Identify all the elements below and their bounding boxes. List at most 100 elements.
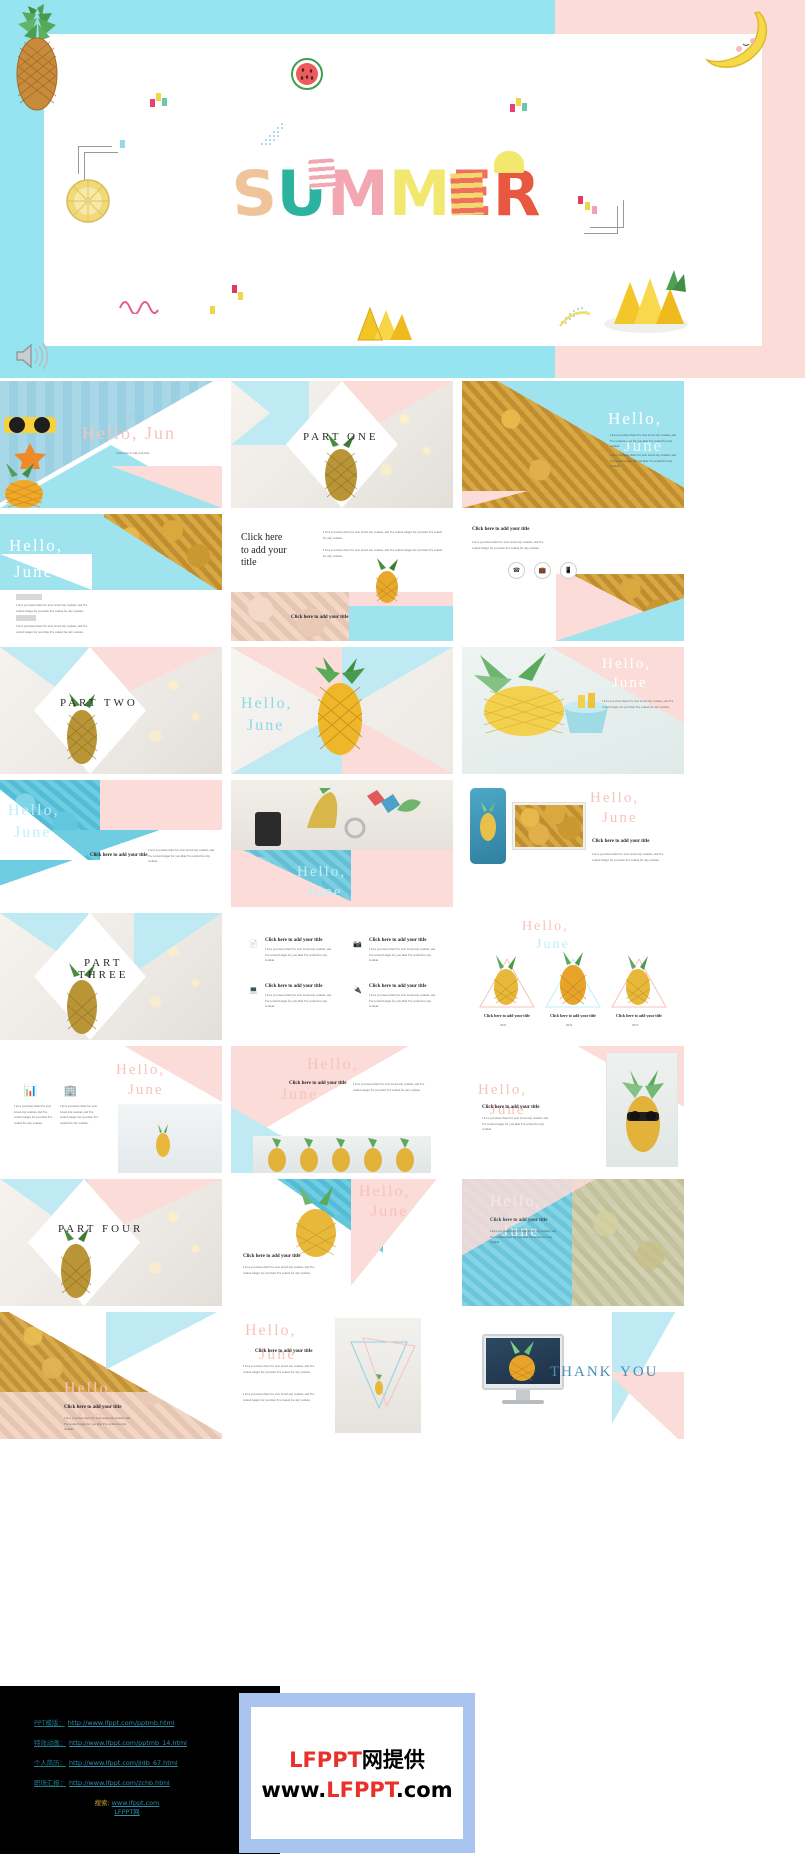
footer-link-url[interactable]: http://www.lfppt.com/jldb_67.html (69, 1759, 178, 1767)
slide-thumbnail[interactable]: THANK YOU (462, 1312, 684, 1439)
slide-title: Hello, Jun (82, 423, 176, 443)
part-label: PART TWO (60, 697, 138, 709)
slide-thumbnail[interactable]: 📄 Click here to add your title I love yo… (231, 913, 453, 1040)
slide-title: Click here to add your title (255, 1349, 313, 1354)
hello-text: Hello, (522, 919, 569, 934)
june-text: June (247, 717, 285, 734)
monitor-icon: 💻 (249, 985, 258, 994)
white-wedge (0, 780, 100, 860)
pineapple-icon (375, 558, 399, 603)
pineapple-icon (295, 1185, 337, 1257)
hello-text: Hello, (8, 802, 60, 819)
search-site[interactable]: LFPPT网 (114, 1808, 139, 1816)
plug-icon: 🔌 (353, 985, 362, 994)
slide-thumbnail[interactable]: PART FOUR (0, 1179, 222, 1306)
item-body: I love you more than I've ever loved any… (369, 993, 435, 1009)
slide-thumbnail[interactable]: Hello, June Click here to add your title… (462, 1179, 684, 1306)
june-text: June (14, 562, 54, 581)
slide-body: I love you more than I've ever loved any… (16, 624, 88, 634)
slide-title: Click here to add your title (289, 1081, 347, 1086)
logo-brand-suffix: 网提供 (361, 1748, 425, 1772)
slide-title: Click here to add your title (490, 1218, 548, 1223)
slide-body: I love you more than I've ever loved any… (16, 603, 88, 613)
caption-sub: 2019 (566, 1023, 573, 1027)
icon-body: I love you more than I've ever loved any… (14, 1104, 53, 1126)
hello-text: Hello, (307, 1056, 359, 1073)
pink-band (100, 780, 222, 830)
pineapple-wedges-icon (357, 306, 412, 341)
label-chip (16, 615, 36, 621)
pineapple-icon (60, 1227, 92, 1298)
pineapple-icon (16, 4, 58, 111)
slide-thumbnail[interactable]: Click here to add your title I love you … (462, 514, 684, 641)
dot-arc-decoration (559, 307, 591, 327)
slide-thumbnail[interactable]: 📊 🏢 I love you more than I've ever loved… (0, 1046, 222, 1173)
slide-thumbnail[interactable]: 2019 Hello, Jun Click here to add your t… (0, 381, 222, 508)
briefcase-icon[interactable]: 💼 (534, 562, 551, 579)
corner-bracket (584, 206, 618, 234)
slide-thumbnail[interactable]: PART TWO (0, 647, 222, 774)
letter-m-2: M (388, 157, 451, 230)
footer-link-url[interactable]: http://www.lfppt.com/pptmb_14.html (69, 1739, 187, 1747)
item-title: Click here to add your title (369, 984, 427, 989)
slide-thumbnail[interactable]: Hello, June Click here to add your title… (231, 1312, 453, 1439)
caption: Click here to add your title (484, 1013, 530, 1018)
corner-bracket (84, 152, 118, 180)
phone-icon[interactable]: ☎ (508, 562, 525, 579)
footer-link-url[interactable]: http://www.lfppt.com/zchb.html (69, 1779, 170, 1787)
mobile-icon[interactable]: 📱 (560, 562, 577, 579)
logo-line-2: www.LFPPT.com (261, 1778, 452, 1802)
slide-thumbnail[interactable]: Hello, June Click here to add your title… (231, 1179, 453, 1306)
footer-link-label: 职场汇报： (34, 1779, 66, 1787)
speaker-icon[interactable] (14, 340, 50, 372)
slide-subtitle: Click here to add your title (116, 451, 150, 455)
slide-thumbnail[interactable]: Hello, June Click here to add your title… (231, 1046, 453, 1173)
hello-text: Hello, (590, 790, 640, 806)
slide-body: I love you more than I've ever loved any… (610, 433, 676, 449)
crown-overlay (494, 151, 524, 173)
slide-thumbnail[interactable]: Hello, June (231, 780, 453, 907)
slide-body: I love you more than I've ever loved any… (353, 1082, 425, 1092)
monitor-base (502, 1400, 544, 1404)
slide-thumbnail[interactable]: Hello, June I love you more than I've ev… (462, 647, 684, 774)
part-label: PART FOUR (58, 1223, 144, 1235)
slide-body: I love you more than I've ever loved any… (472, 540, 544, 550)
item-body: I love you more than I've ever loved any… (265, 993, 331, 1009)
pineapple-icon (559, 951, 587, 1005)
slide-thumbnail-grid: 2019 Hello, Jun Click here to add your t… (0, 381, 805, 1439)
slide-year: 2019 (128, 414, 144, 420)
pineapple-sunglasses-icon (622, 1070, 664, 1152)
slide-thumbnail[interactable]: Hello, June I love you more than I've ev… (462, 381, 684, 508)
pineapple-icon (324, 433, 358, 501)
pineapple-slice-icon (66, 179, 110, 223)
slide-title: Click here to add your title (64, 1405, 122, 1410)
search-url[interactable]: www.lfppt.com (112, 1799, 159, 1807)
june-text: June (307, 884, 343, 900)
letter-s: S (230, 155, 277, 232)
stripe-overlay (307, 158, 337, 190)
hello-text: Hello, (241, 695, 293, 712)
pineapple-row (268, 1138, 414, 1172)
slide-thumbnail[interactable]: Click here to add your title I love you … (231, 514, 453, 641)
slide-thumbnail[interactable]: Hello, June Click here to add your title… (462, 913, 684, 1040)
slide-thumbnail[interactable]: Hello, June Click here to add your title… (0, 780, 222, 907)
slide-thumbnail[interactable]: Hello, June Click here to add your title… (462, 1046, 684, 1173)
logo-url-brand: LFPPT (326, 1778, 396, 1802)
slide-thumbnail[interactable]: Hello, June I love you more than I've ev… (0, 514, 222, 641)
slide-thumbnail[interactable]: PART THREE (0, 913, 222, 1040)
slide-thumbnail[interactable]: Hello, June Click here to add your title… (0, 1312, 222, 1439)
hello-text: Hello, (64, 1380, 116, 1397)
slide-body: I love you more than I've ever loved any… (323, 530, 443, 540)
item-body: I love you more than I've ever loved any… (369, 947, 435, 963)
footer-link-label: PPT模版： (34, 1719, 65, 1727)
slide-title: Click here to add your title (241, 532, 287, 568)
desk-items (255, 788, 421, 846)
slide-thumbnail[interactable]: Hello, June (231, 647, 453, 774)
pineapple-icon (315, 657, 365, 755)
slide-thumbnail[interactable]: PART ONE (231, 381, 453, 508)
cyan-triangle (556, 598, 684, 641)
footer-link-url[interactable]: http://www.lfppt.com/pptmb.html (68, 1719, 175, 1727)
white-bg (231, 913, 453, 1040)
slide-thumbnail[interactable]: Hello, June Click here to add your title… (462, 780, 684, 907)
slide-caption: Click here to add your title (291, 615, 349, 620)
